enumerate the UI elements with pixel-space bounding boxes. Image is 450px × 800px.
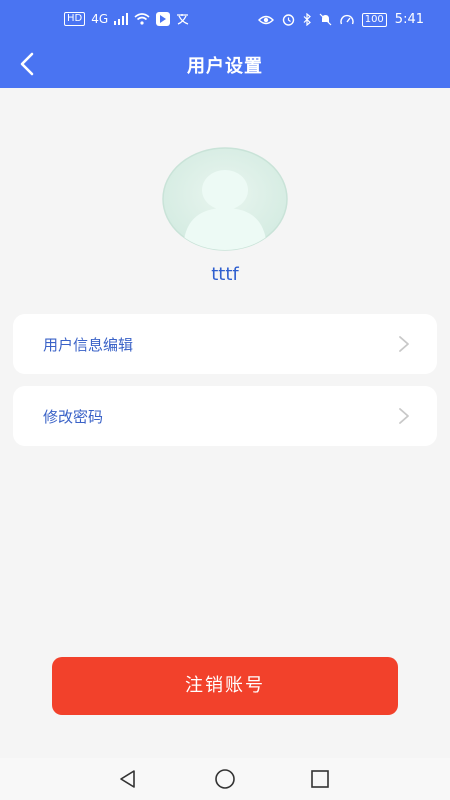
recents-square-icon[interactable]: [309, 768, 331, 790]
menu-item-label: 用户信息编辑: [43, 336, 134, 354]
home-circle-icon[interactable]: [214, 768, 236, 790]
chevron-right-icon: [399, 408, 409, 424]
delete-account-button[interactable]: 注销账号: [52, 657, 398, 715]
translate-icon: [177, 14, 189, 25]
hd-icon: HD: [64, 12, 86, 26]
status-left: HD 4G: [64, 12, 190, 26]
back-triangle-icon[interactable]: [117, 768, 139, 790]
menu-item-change-password[interactable]: 修改密码: [13, 386, 437, 446]
system-nav-bar: [0, 758, 450, 800]
top-nav-bar: 用户设置: [0, 40, 450, 88]
status-right: 100 5:41: [257, 12, 424, 27]
app-notification-icon: [156, 12, 171, 26]
eye-icon: [257, 15, 274, 24]
bluetooth-icon: [303, 13, 311, 26]
alarm-icon: [282, 14, 294, 26]
mute-icon: [319, 13, 332, 26]
status-bar: HD 4G 100 5:41: [0, 0, 450, 40]
default-avatar-icon: [162, 147, 288, 251]
username: tttf: [211, 264, 239, 285]
status-time: 5:41: [394, 12, 424, 27]
speed-icon: [340, 14, 354, 24]
menu-item-edit-user-info[interactable]: 用户信息编辑: [13, 314, 437, 374]
app-header: HD 4G 100 5:41 用户设置: [0, 0, 450, 88]
avatar[interactable]: [161, 146, 289, 252]
network-type-label: 4G: [91, 12, 109, 26]
battery-icon: 100: [361, 12, 387, 27]
signal-icon: [114, 13, 129, 25]
wifi-icon: [134, 13, 150, 25]
page-title: 用户设置: [187, 56, 263, 77]
menu-item-label: 修改密码: [43, 408, 104, 426]
chevron-right-icon: [399, 336, 409, 352]
